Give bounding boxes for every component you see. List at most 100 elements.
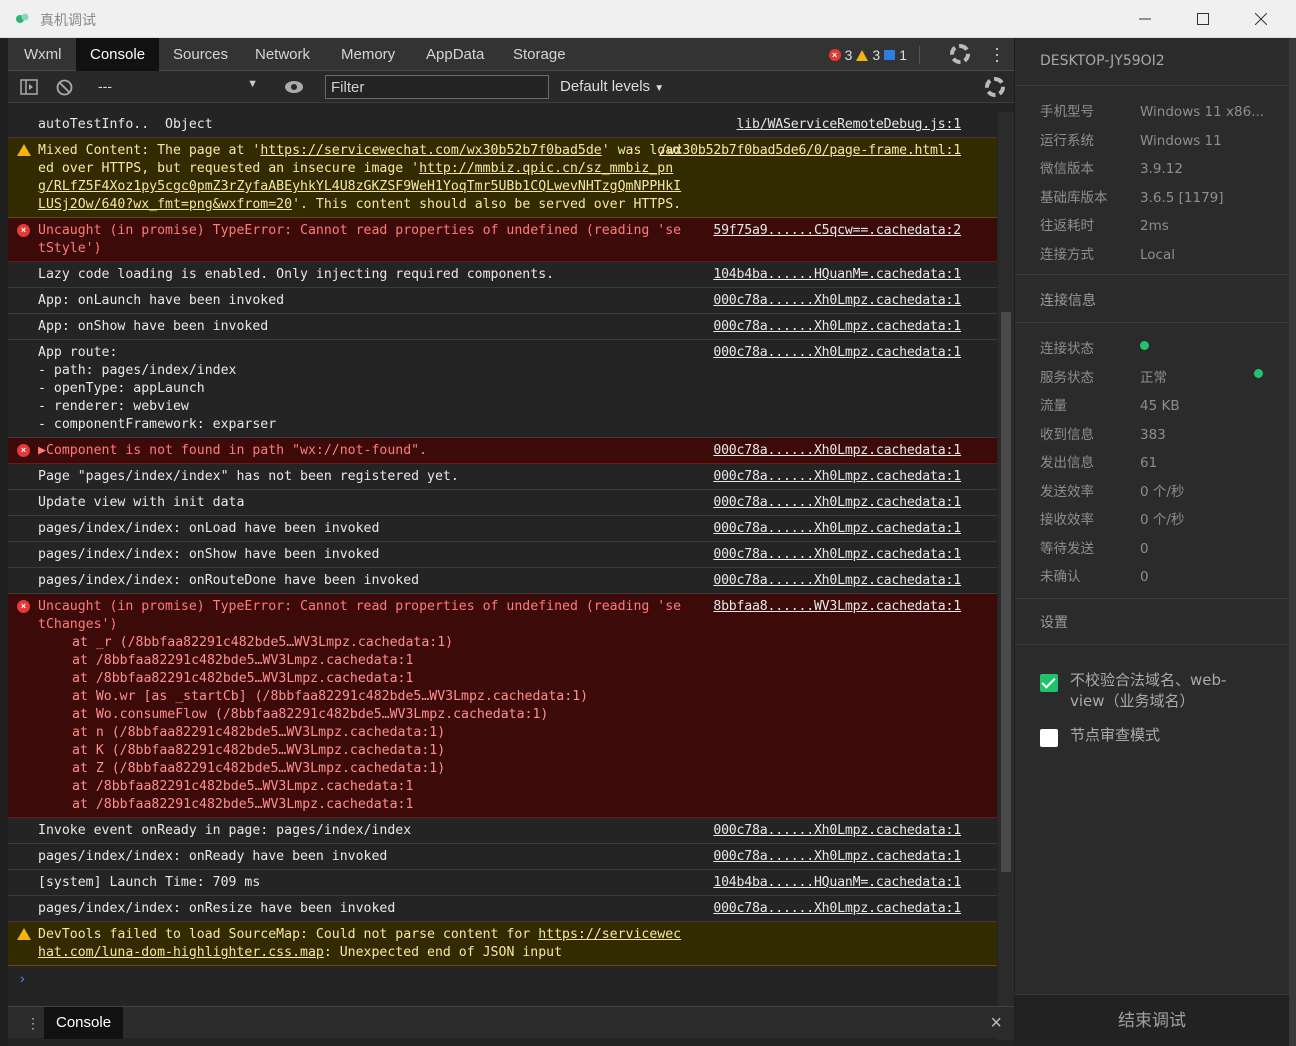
info-value: 0 个/秒 (1140, 512, 1185, 528)
maximize-icon (1197, 13, 1209, 25)
tab-appdata[interactable]: AppData (412, 38, 498, 71)
minimize-icon (1139, 18, 1151, 20)
console-prompt-icon[interactable]: › (20, 970, 25, 986)
console-row: Lazy code loading is enabled. Only injec… (8, 262, 997, 288)
drawer-tab-console[interactable]: Console (44, 1007, 124, 1039)
console-message: App: onLaunch have been invoked (38, 293, 285, 308)
source-link[interactable]: 000c78a......Xh0Lmpz.cachedata:1 (713, 520, 961, 538)
source-link[interactable]: 000c78a......Xh0Lmpz.cachedata:1 (713, 494, 961, 512)
console-row: × ▶Component is not found in path "wx://n… (8, 438, 997, 464)
source-link[interactable]: lib/WAServiceRemoteDebug.js:1 (737, 116, 962, 134)
drawer-menu-icon[interactable]: ⋮ (26, 1015, 40, 1032)
context-value: --- (98, 78, 112, 94)
tab-console[interactable]: Console (76, 38, 160, 71)
tab-network[interactable]: Network (241, 38, 324, 71)
drawer-close-icon[interactable]: × (990, 1012, 1002, 1035)
source-link[interactable]: 000c78a......Xh0Lmpz.cachedata:1 (713, 344, 961, 362)
info-key: 连接方式 (1040, 246, 1094, 263)
stack-frame[interactable]: at K (/8bbfaa82291c482bde5…WV3Lmpz.cache… (38, 742, 997, 760)
sidebar-toggle-icon[interactable] (20, 79, 38, 95)
console-row: Update view with init data 000c78a......X… (8, 490, 997, 516)
stack-frame[interactable]: at /8bbfaa82291c482bde5…WV3Lmpz.cachedat… (38, 778, 997, 796)
source-link[interactable]: /wx30b52b7f0bad5de6/0/page-frame.html:1 (659, 142, 961, 160)
stack-frame[interactable]: at _r (/8bbfaa82291c482bde5…WV3Lmpz.cach… (38, 634, 997, 652)
scrollbar-thumb[interactable] (1001, 312, 1011, 872)
console-message: Page "pages/index/index" has not been re… (38, 469, 459, 484)
info-key: 连接状态 (1040, 341, 1094, 357)
tab-memory[interactable]: Memory (327, 38, 409, 71)
console-message: Mixed Content: The page at 'https://serv… (38, 143, 682, 212)
info-row: 微信版本 3.9.12 (1040, 157, 1183, 177)
console-message: pages/index/index: onLoad have been invo… (38, 521, 380, 536)
close-window-button[interactable] (1232, 0, 1290, 38)
source-link[interactable]: 8bbfaa8......WV3Lmpz.cachedata:1 (713, 598, 961, 616)
console-message: pages/index/index: onReady have been inv… (38, 849, 388, 864)
tab-storage[interactable]: Storage (499, 38, 580, 71)
devtools-panel: Wxml Console Sources Network Memory AppD… (8, 38, 1014, 1046)
source-link[interactable]: 000c78a......Xh0Lmpz.cachedata:1 (713, 822, 961, 840)
source-link[interactable]: 104b4ba......HQuanM=.cachedata:1 (713, 266, 961, 284)
stack-frame[interactable]: at Wo.consumeFlow (/8bbfaa82291c482bde5…… (38, 706, 997, 724)
window-title: 真机调试 (40, 13, 96, 29)
source-link[interactable]: 000c78a......Xh0Lmpz.cachedata:1 (713, 546, 961, 564)
info-value: Windows 11 x86... (1140, 104, 1265, 120)
console-toolbar: --- ▼ Default levels ▼ (8, 71, 1014, 103)
source-link[interactable]: 104b4ba......HQuanM=.cachedata:1 (713, 874, 961, 892)
more-options-icon[interactable]: · · · (994, 39, 1000, 69)
console-row: Page "pages/index/index" has not been re… (8, 464, 997, 490)
filter-input[interactable] (325, 75, 549, 99)
info-icon (884, 50, 896, 60)
info-value: 61 (1140, 455, 1158, 471)
eye-icon[interactable] (284, 80, 304, 94)
console-row: Mixed Content: The page at 'https://serv… (8, 138, 997, 218)
info-key: 未确认 (1040, 569, 1081, 585)
stack-frame[interactable]: at Wo.wr [as _startCb] (/8bbfaa82291c482… (38, 688, 997, 706)
maximize-button[interactable] (1174, 0, 1232, 38)
divider (1015, 85, 1289, 86)
console-row: App: onLaunch have been invoked 000c78a..… (8, 288, 997, 314)
info-value: 383 (1140, 426, 1166, 443)
console-message: Uncaught (in promise) TypeError: Cannot … (38, 223, 682, 256)
source-link[interactable]: 000c78a......Xh0Lmpz.cachedata:1 (713, 900, 961, 918)
console-scrollbar[interactable] (998, 112, 1014, 1040)
info-key: 运行系统 (1040, 132, 1094, 149)
stack-frame[interactable]: at n (/8bbfaa82291c482bde5…WV3Lmpz.cache… (38, 724, 997, 742)
divider (1015, 598, 1289, 599)
console-row: × Uncaught (in promise) TypeError: Cannot… (8, 594, 997, 818)
window-titlebar: 真机调试 (0, 0, 1296, 38)
tab-sources[interactable]: Sources (159, 38, 242, 71)
stack-frame[interactable]: at /8bbfaa82291c482bde5…WV3Lmpz.cachedat… (38, 652, 997, 670)
skip-domain-check-checkbox[interactable] (1040, 674, 1058, 692)
console-row: [system] Launch Time: 709 ms 104b4ba.....… (8, 870, 997, 896)
log-levels-dropdown[interactable]: Default levels ▼ (560, 78, 664, 95)
end-debug-button[interactable]: 结束调试 (1015, 994, 1289, 1046)
node-inspect-checkbox[interactable] (1040, 729, 1058, 747)
info-row: 连接方式 Local (1040, 243, 1175, 263)
issue-counts[interactable]: × 3 3 1 (828, 46, 928, 64)
stack-frame[interactable]: at /8bbfaa82291c482bde5…WV3Lmpz.cachedat… (38, 670, 997, 688)
source-link[interactable]: 000c78a......Xh0Lmpz.cachedata:1 (713, 292, 961, 310)
info-value: 0 (1140, 540, 1149, 557)
console-message: Update view with init data (38, 495, 245, 510)
minimize-button[interactable] (1116, 0, 1174, 38)
source-link[interactable]: 000c78a......Xh0Lmpz.cachedata:1 (713, 442, 961, 460)
message-link[interactable]: https://servicewechat.com/wx30b52b7f0bad… (260, 143, 601, 158)
clear-console-icon[interactable] (56, 79, 73, 96)
source-link[interactable]: 000c78a......Xh0Lmpz.cachedata:1 (713, 468, 961, 486)
source-link[interactable]: 000c78a......Xh0Lmpz.cachedata:1 (713, 318, 961, 336)
app-icon (16, 13, 29, 23)
drawer-bar: ⋮ Console × (8, 1006, 1014, 1039)
message-link[interactable]: https://servicewechat.com/luna-dom-highl… (38, 927, 681, 960)
message-link[interactable]: http://mmbiz.qpic.cn/sz_mmbiz_png/RLfZ5F… (38, 161, 681, 212)
settings-gear-icon[interactable] (950, 44, 970, 64)
source-link[interactable]: 000c78a......Xh0Lmpz.cachedata:1 (713, 572, 961, 590)
tab-wxml[interactable]: Wxml (10, 38, 76, 71)
info-key: 微信版本 (1040, 161, 1094, 177)
source-link[interactable]: 59f75a9......C5qcw==.cachedata:2 (713, 222, 961, 240)
context-selector[interactable]: --- ▼ (98, 78, 258, 94)
stack-frame[interactable]: at Z (/8bbfaa82291c482bde5…WV3Lmpz.cache… (38, 760, 997, 778)
source-link[interactable]: 000c78a......Xh0Lmpz.cachedata:1 (713, 848, 961, 866)
stack-frame[interactable]: at /8bbfaa82291c482bde5…WV3Lmpz.cachedat… (38, 796, 997, 814)
console-settings-gear-icon[interactable] (985, 77, 1005, 97)
console-message: Lazy code loading is enabled. Only injec… (38, 267, 555, 282)
